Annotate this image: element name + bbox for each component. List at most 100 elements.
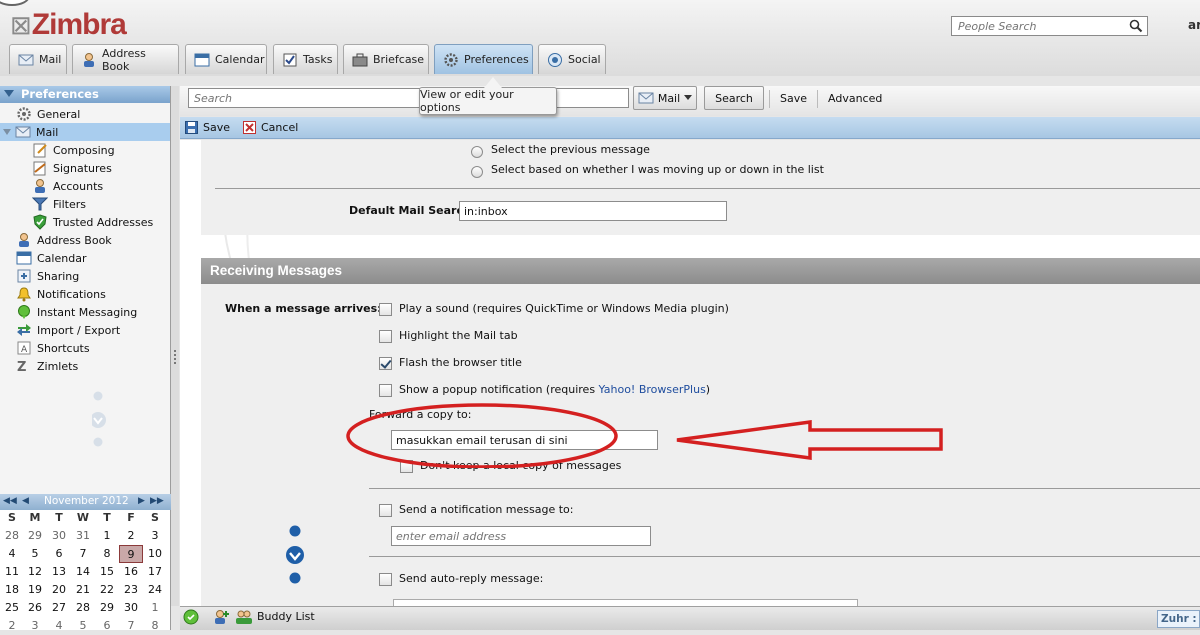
calendar-day[interactable]: 27 (47, 599, 71, 617)
yahoo-browserplus-link[interactable]: Yahoo! BrowserPlus (599, 383, 706, 396)
next-year-icon[interactable]: ▶▶ (150, 496, 164, 506)
sidebar-item-import-export[interactable]: Import / Export (0, 321, 170, 339)
content-scroll-indicator[interactable] (285, 522, 307, 586)
sidebar-item-accounts[interactable]: Accounts (0, 177, 170, 195)
sidebar-item-instant-messaging[interactable]: Instant Messaging (0, 303, 170, 321)
notification-email-input[interactable] (391, 526, 651, 546)
sidebar-item-address-book[interactable]: Address Book (0, 231, 170, 249)
calendar-day[interactable]: 14 (71, 563, 95, 581)
calendar-day[interactable]: 15 (95, 563, 119, 581)
calendar-day[interactable]: 12 (23, 563, 47, 581)
highlight-mail-tab-checkbox[interactable] (379, 330, 392, 343)
popup-notification-checkbox[interactable] (379, 384, 392, 397)
calendar-day[interactable]: 9 (119, 545, 143, 563)
calendar-day[interactable]: 24 (143, 581, 167, 599)
search-button[interactable]: Search (704, 86, 764, 110)
calendar-day[interactable]: 8 (95, 545, 119, 563)
send-notification-checkbox[interactable] (379, 504, 392, 517)
radio-select-previous[interactable] (471, 146, 483, 158)
next-month-icon[interactable]: ▶ (138, 496, 145, 506)
sidebar-item-sharing[interactable]: Sharing (0, 267, 170, 285)
calendar-day[interactable]: 23 (119, 581, 143, 599)
save-button[interactable]: Save (185, 121, 230, 134)
sidebar-item-trusted-addresses[interactable]: Trusted Addresses (0, 213, 170, 231)
people-search-box[interactable] (951, 16, 1148, 36)
calendar-day[interactable]: 28 (0, 527, 24, 545)
calendar-day[interactable]: 29 (95, 599, 119, 617)
sidebar-item-calendar[interactable]: Calendar (0, 249, 170, 267)
sidebar-item-mail[interactable]: Mail (0, 123, 170, 141)
calendar-day[interactable]: 3 (143, 527, 167, 545)
calendar-day[interactable]: 1 (143, 599, 167, 617)
sidebar-item-shortcuts[interactable]: A Shortcuts (0, 339, 170, 357)
calendar-day[interactable]: 13 (47, 563, 71, 581)
prev-month-icon[interactable]: ◀ (22, 496, 29, 506)
calendar-day[interactable]: 16 (119, 563, 143, 581)
flash-browser-title-checkbox[interactable] (379, 357, 392, 370)
sidebar-item-general[interactable]: General (0, 105, 170, 123)
calendar-day[interactable]: 25 (0, 599, 24, 617)
sidebar-item-zimlets[interactable]: Z Zimlets (0, 357, 170, 375)
radio-select-based-on-direction[interactable] (471, 166, 483, 178)
calendar-day[interactable]: 20 (47, 581, 71, 599)
calendar-day[interactable]: 19 (23, 581, 47, 599)
tab-address-book[interactable]: Address Book (72, 44, 179, 74)
sidebar-scroll-indicator[interactable] (92, 391, 110, 451)
search-icon[interactable] (1129, 19, 1143, 33)
calendar-day[interactable]: 11 (0, 563, 24, 581)
calendar-day[interactable]: 21 (71, 581, 95, 599)
calendar-day[interactable]: 18 (0, 581, 24, 599)
buddy-list-label[interactable]: Buddy List (257, 610, 315, 623)
sidebar-item-filters[interactable]: Filters (0, 195, 170, 213)
expand-icon[interactable] (3, 129, 11, 135)
calendar-day[interactable]: 22 (95, 581, 119, 599)
tab-social[interactable]: Social (538, 44, 606, 74)
calendar-day[interactable]: 31 (71, 527, 95, 545)
save-search-button[interactable]: Save (780, 92, 807, 105)
calendar-day[interactable]: 6 (47, 545, 71, 563)
add-buddy-icon[interactable] (213, 609, 229, 625)
calendar-month-label[interactable]: November 2012 (44, 495, 129, 507)
calendar-day[interactable]: 6 (95, 617, 119, 635)
calendar-day[interactable]: 1 (95, 527, 119, 545)
calendar-day[interactable]: 30 (47, 527, 71, 545)
calendar-day[interactable]: 7 (119, 617, 143, 635)
calendar-day[interactable]: 30 (119, 599, 143, 617)
calendar-day[interactable]: 4 (0, 545, 24, 563)
buddy-list-icon[interactable] (235, 609, 253, 625)
user-name[interactable]: ar (1188, 18, 1200, 32)
prev-year-icon[interactable]: ◀◀ (3, 496, 17, 506)
collapse-icon[interactable] (4, 90, 14, 97)
calendar-day[interactable]: 26 (23, 599, 47, 617)
tab-preferences[interactable]: Preferences (434, 44, 533, 74)
panel-splitter[interactable] (171, 86, 179, 606)
default-mail-search-input[interactable] (459, 201, 727, 221)
calendar-day[interactable]: 2 (119, 527, 143, 545)
cancel-button[interactable]: Cancel (243, 121, 298, 134)
presence-status-icon[interactable] (183, 609, 199, 625)
calendar-day[interactable]: 3 (23, 617, 47, 635)
advanced-search-button[interactable]: Advanced (828, 92, 882, 105)
sidebar-item-notifications[interactable]: Notifications (0, 285, 170, 303)
calendar-day[interactable]: 5 (71, 617, 95, 635)
people-search-input[interactable] (952, 17, 1122, 35)
calendar-day[interactable]: 8 (143, 617, 167, 635)
tab-briefcase[interactable]: Briefcase (343, 44, 429, 74)
calendar-day[interactable]: 4 (47, 617, 71, 635)
tab-calendar[interactable]: Calendar (185, 44, 267, 74)
auto-reply-checkbox[interactable] (379, 573, 392, 586)
sidebar-item-signatures[interactable]: Signatures (0, 159, 170, 177)
preferences-header[interactable]: Preferences (0, 86, 170, 103)
calendar-day[interactable]: 29 (23, 527, 47, 545)
calendar-day[interactable]: 2 (0, 617, 24, 635)
calendar-day[interactable]: 17 (143, 563, 167, 581)
search-input[interactable] (188, 88, 629, 108)
play-sound-checkbox[interactable] (379, 303, 392, 316)
sidebar-item-composing[interactable]: Composing (0, 141, 170, 159)
tab-tasks[interactable]: Tasks (273, 44, 338, 74)
tab-mail[interactable]: Mail (9, 44, 67, 74)
calendar-day[interactable]: 7 (71, 545, 95, 563)
calendar-day[interactable]: 10 (143, 545, 167, 563)
search-scope-dropdown[interactable]: Mail (633, 86, 697, 110)
calendar-day[interactable]: 5 (23, 545, 47, 563)
